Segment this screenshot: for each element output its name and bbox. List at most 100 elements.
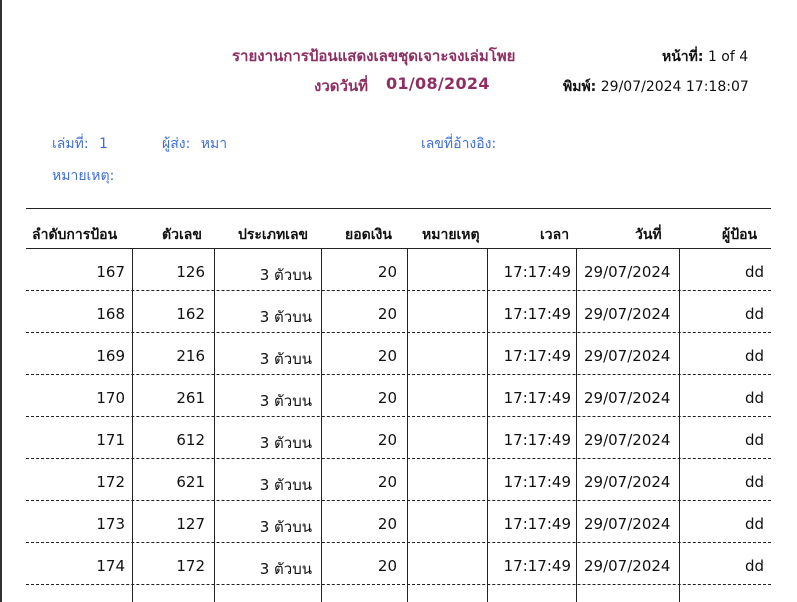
cell-number-type: 3 ตัวบน xyxy=(259,266,312,284)
cell-date: 29/07/2024 xyxy=(584,263,671,281)
draw-date-value: 01/08/2024 xyxy=(386,74,490,93)
row-separator xyxy=(26,542,771,543)
cell-amount: 20 xyxy=(377,347,397,365)
cell-entry-order: 167 xyxy=(96,263,125,281)
page-number-label: หน้าที่: xyxy=(662,49,704,65)
cell-number: 126 xyxy=(176,263,205,281)
col-entered-by: ผู้ป้อน xyxy=(722,227,758,243)
col-number: ตัวเลข xyxy=(162,227,202,243)
col-time: เวลา xyxy=(540,227,570,243)
note: หมายเหตุ: xyxy=(52,165,114,187)
cell-amount: 20 xyxy=(377,473,397,491)
cell-entered-by: dd xyxy=(744,515,764,533)
page-number-value: 1 of 4 xyxy=(707,49,749,65)
cell-time: 17:17:49 xyxy=(503,305,571,323)
cell-number: 612 xyxy=(176,431,205,449)
column-divider xyxy=(679,249,680,602)
cell-entered-by: dd xyxy=(744,389,764,407)
cell-number: 127 xyxy=(176,515,205,533)
column-divider xyxy=(132,249,133,602)
row-separator xyxy=(26,374,771,375)
book-value: 1 xyxy=(99,136,108,152)
cell-number: 162 xyxy=(176,305,205,323)
column-divider xyxy=(487,249,488,602)
row-separator xyxy=(26,584,771,585)
cell-entered-by: dd xyxy=(744,305,764,323)
cell-date: 29/07/2024 xyxy=(584,431,671,449)
cell-entry-order: 171 xyxy=(96,431,125,449)
cell-entry-order: 168 xyxy=(96,305,125,323)
printed-label: พิมพ์: xyxy=(563,79,597,95)
cell-amount: 20 xyxy=(377,389,397,407)
cell-entered-by: dd xyxy=(744,473,764,491)
row-separator xyxy=(26,332,771,333)
cell-entry-order: 169 xyxy=(96,347,125,365)
cell-amount: 20 xyxy=(377,263,397,281)
cell-entered-by: dd xyxy=(744,431,764,449)
reference-label: เลขที่อ้างอิง: xyxy=(421,136,497,152)
book-label: เล่มที่: xyxy=(52,136,89,152)
cell-date: 29/07/2024 xyxy=(584,347,671,365)
cell-amount: 20 xyxy=(377,515,397,533)
sender-label: ผู้ส่ง: xyxy=(162,136,191,152)
cell-number-type: 3 ตัวบน xyxy=(259,476,312,494)
cell-time: 17:17:49 xyxy=(503,557,571,575)
column-divider xyxy=(321,249,322,602)
cell-entry-order: 170 xyxy=(96,389,125,407)
cell-entry-order: 173 xyxy=(96,515,125,533)
cell-time: 17:17:49 xyxy=(503,347,571,365)
book-number: เล่มที่: 1 xyxy=(52,133,108,155)
col-entry-order: ลำดับการป้อน xyxy=(32,227,118,243)
col-note: หมายเหตุ xyxy=(422,227,480,243)
draw-date-label: งวดวันที่ xyxy=(314,77,369,95)
column-divider xyxy=(407,249,408,602)
cell-number-type: 3 ตัวบน xyxy=(259,518,312,536)
cell-number-type: 3 ตัวบน xyxy=(259,434,312,452)
cell-date: 29/07/2024 xyxy=(584,515,671,533)
printed-value: 29/07/2024 17:18:07 xyxy=(600,79,749,95)
cell-amount: 20 xyxy=(377,557,397,575)
cell-number-type: 3 ตัวบน xyxy=(259,392,312,410)
table-top-rule xyxy=(26,208,771,209)
cell-number-type: 3 ตัวบน xyxy=(259,350,312,368)
cell-time: 17:17:49 xyxy=(503,263,571,281)
cell-number-type: 3 ตัวบน xyxy=(259,308,312,326)
page-number: หน้าที่: 1 of 4 xyxy=(662,46,748,68)
cell-number: 261 xyxy=(176,389,205,407)
col-date: วันที่ xyxy=(635,227,662,243)
cell-amount: 20 xyxy=(377,431,397,449)
cell-date: 29/07/2024 xyxy=(584,389,671,407)
cell-date: 29/07/2024 xyxy=(584,557,671,575)
printed-timestamp: พิมพ์: 29/07/2024 17:18:07 xyxy=(563,76,749,98)
row-separator xyxy=(26,290,771,291)
note-label: หมายเหตุ: xyxy=(52,168,115,184)
sender-value: หมา xyxy=(200,136,228,152)
row-separator xyxy=(26,416,771,417)
reference-number: เลขที่อ้างอิง: xyxy=(421,133,496,155)
cell-date: 29/07/2024 xyxy=(584,305,671,323)
cell-time: 17:17:49 xyxy=(503,473,571,491)
cell-date: 29/07/2024 xyxy=(584,473,671,491)
cell-amount: 20 xyxy=(377,305,397,323)
page-left-edge xyxy=(0,0,2,602)
column-divider xyxy=(576,249,577,602)
cell-time: 17:17:49 xyxy=(503,431,571,449)
cell-number: 216 xyxy=(176,347,205,365)
cell-time: 17:17:49 xyxy=(503,515,571,533)
cell-number: 621 xyxy=(176,473,205,491)
sender: ผู้ส่ง: หมา xyxy=(162,133,227,155)
col-number-type: ประเภทเลข xyxy=(238,227,309,243)
cell-entry-order: 174 xyxy=(96,557,125,575)
column-divider xyxy=(214,249,215,602)
col-amount: ยอดเงิน xyxy=(345,227,392,243)
cell-number-type: 3 ตัวบน xyxy=(259,560,312,578)
cell-entered-by: dd xyxy=(744,557,764,575)
cell-entry-order: 172 xyxy=(96,473,125,491)
cell-time: 17:17:49 xyxy=(503,389,571,407)
cell-entered-by: dd xyxy=(744,263,764,281)
table-header-rule xyxy=(26,248,771,249)
cell-number: 172 xyxy=(176,557,205,575)
cell-entered-by: dd xyxy=(744,347,764,365)
row-separator xyxy=(26,500,771,501)
row-separator xyxy=(26,458,771,459)
